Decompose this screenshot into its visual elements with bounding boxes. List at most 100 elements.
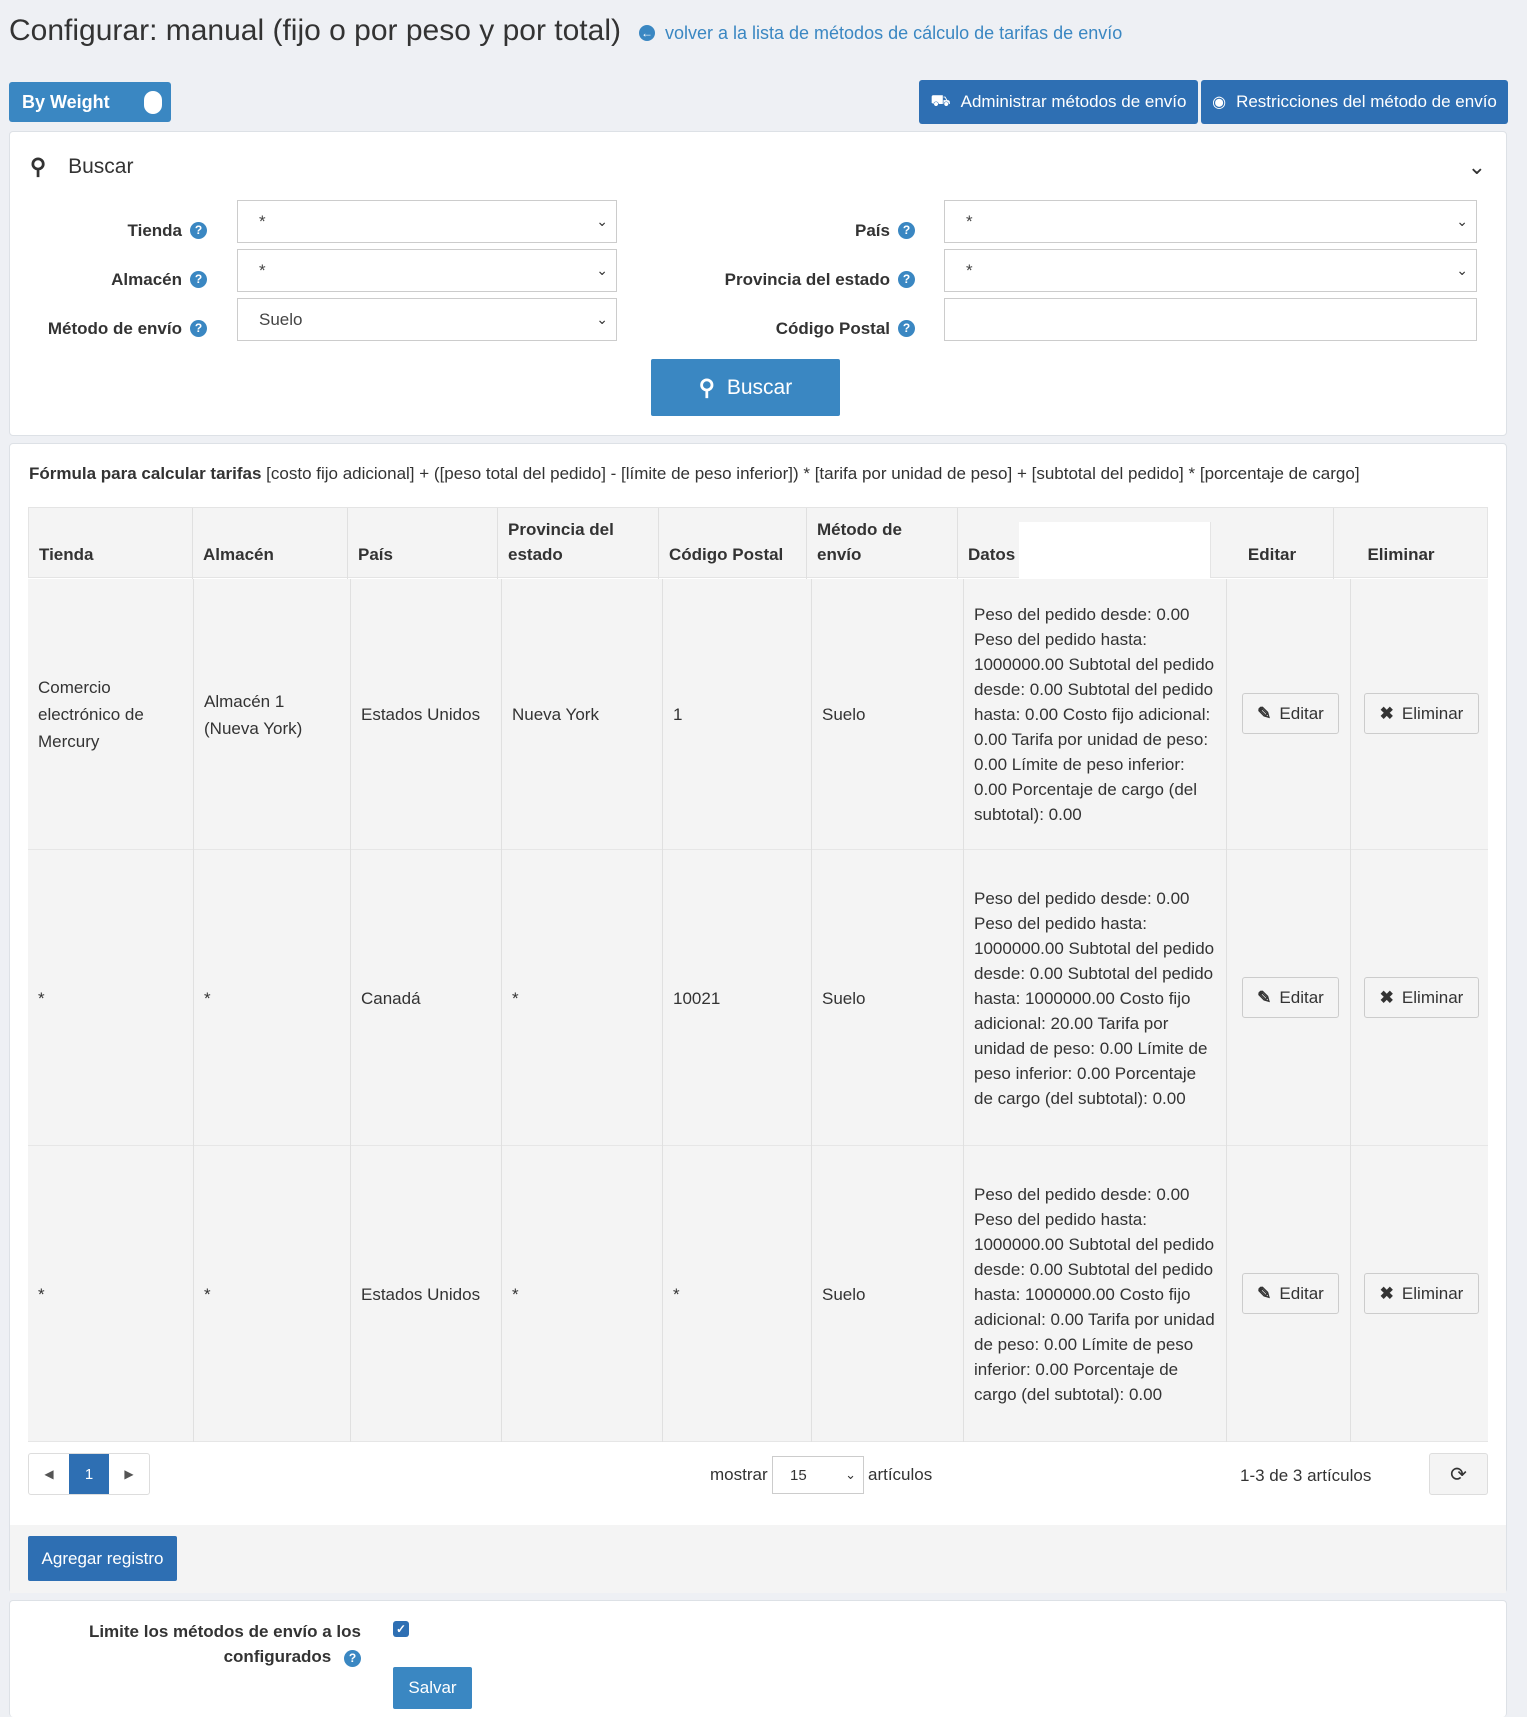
limit-label-text: Limite los métodos de envío a los config… (88, 1622, 361, 1666)
tienda-label: Tienda ? (30, 209, 207, 252)
limit-checkbox[interactable]: ✓ (393, 1621, 409, 1637)
almacen-select-value: * (259, 260, 266, 280)
help-icon[interactable]: ? (344, 1650, 361, 1667)
metodo-select[interactable]: Suelo ⌄ (237, 298, 617, 341)
codigo-postal-label: Código Postal ? (650, 307, 915, 350)
codigo-postal-input[interactable] (944, 298, 1477, 341)
column-header-codigo-postal[interactable]: Código Postal (659, 508, 807, 579)
table-row: * * Canadá * 10021 Suelo Peso del pedido… (28, 850, 1488, 1146)
tienda-select-value: * (259, 211, 266, 231)
cell-metodo: Suelo (812, 1146, 964, 1442)
limit-panel: Limite los métodos de envío a los config… (9, 1600, 1507, 1717)
pencil-icon: ✎ (1257, 987, 1272, 1007)
per-page-select[interactable]: 15 ⌄ (772, 1456, 864, 1494)
add-record-button[interactable]: Agregar registro (28, 1536, 177, 1581)
page-title: Configurar: manual (fijo o por peso y po… (9, 14, 621, 47)
provincia-select[interactable]: * ⌄ (944, 249, 1477, 292)
column-header-tienda[interactable]: Tienda (29, 508, 193, 579)
formula-expression: [costo fijo adicional] + ([peso total de… (266, 464, 1360, 483)
items-count: 1-3 de 3 artículos (1240, 1466, 1372, 1485)
cell-almacen: * (194, 1146, 351, 1442)
cell-pais: Estados Unidos (351, 579, 502, 850)
next-page-icon[interactable]: ▶ (109, 1454, 149, 1494)
cell-provincia: * (502, 1146, 663, 1442)
pencil-icon: ✎ (1257, 1283, 1272, 1303)
almacen-label: Almacén ? (30, 258, 207, 301)
column-header-provincia[interactable]: Provincia del estado (498, 508, 659, 579)
arrow-left-circle-icon: ← (638, 25, 655, 41)
column-header-datos[interactable]: Datos (958, 508, 1019, 579)
chevron-down-icon: ⌄ (1456, 213, 1468, 229)
search-title: Buscar (68, 155, 134, 178)
cell-codigo-postal: 1 (663, 579, 812, 850)
column-header-pais[interactable]: País (348, 508, 498, 579)
per-page-value: 15 (790, 1466, 807, 1484)
results-panel: Fórmula para calcular tarifas [costo fij… (9, 443, 1507, 1593)
edit-button-label: Editar (1279, 987, 1324, 1007)
back-link[interactable]: ← volver a la lista de métodos de cálcul… (638, 23, 1122, 44)
edit-button[interactable]: ✎ Editar (1242, 977, 1339, 1018)
chevron-down-icon[interactable]: ⌄ (1468, 154, 1486, 180)
limit-label: Limite los métodos de envío a los config… (50, 1619, 361, 1669)
edit-button[interactable]: ✎ Editar (1242, 693, 1339, 734)
by-weight-toggle[interactable]: By Weight (9, 82, 171, 122)
cell-codigo-postal: 10021 (663, 850, 812, 1146)
page-number[interactable]: 1 (69, 1454, 109, 1494)
delete-button-label: Eliminar (1401, 1283, 1464, 1303)
cell-almacen: * (194, 850, 351, 1146)
cell-datos: Peso del pedido desde: 0.00 Peso del ped… (964, 850, 1227, 1146)
metodo-select-value: Suelo (259, 309, 303, 329)
help-icon[interactable]: ? (898, 271, 915, 288)
help-icon[interactable]: ? (898, 222, 915, 239)
globe-icon: ◉ (1212, 94, 1227, 111)
cell-almacen: Almacén 1 (Nueva York) (194, 579, 351, 850)
table-row: Comercio electrónico de Mercury Almacén … (28, 579, 1488, 850)
search-button[interactable]: ⚲ Buscar (651, 359, 840, 416)
provincia-select-value: * (966, 260, 973, 280)
refresh-button[interactable]: ⟳ (1429, 1453, 1488, 1495)
metodo-label: Método de envío ? (30, 307, 207, 350)
column-header-editar: Editar (1211, 508, 1334, 579)
delete-button[interactable]: ✖ Eliminar (1364, 977, 1479, 1018)
formula-label: Fórmula para calcular tarifas (29, 464, 262, 483)
column-header-blank (1019, 522, 1211, 578)
shipping-restrictions-label: Restricciones del método de envío (1236, 92, 1497, 111)
close-icon: ✖ (1379, 987, 1394, 1007)
help-icon[interactable]: ? (898, 320, 915, 337)
tienda-label-text: Tienda (127, 220, 182, 240)
chevron-down-icon: ⌄ (1456, 262, 1468, 278)
cell-metodo: Suelo (812, 579, 964, 850)
by-weight-toggle-label: By Weight (22, 91, 110, 112)
manage-shipping-methods-button[interactable]: ⛟ Administrar métodos de envío (919, 80, 1198, 124)
chevron-down-icon: ⌄ (596, 311, 608, 327)
delete-button[interactable]: ✖ Eliminar (1364, 693, 1479, 734)
help-icon[interactable]: ? (190, 320, 207, 337)
help-icon[interactable]: ? (190, 222, 207, 239)
formula-text: Fórmula para calcular tarifas [costo fij… (29, 464, 1360, 484)
shipping-restrictions-button[interactable]: ◉ Restricciones del método de envío (1201, 80, 1508, 124)
pais-label: País ? (650, 209, 915, 252)
tienda-select[interactable]: * ⌄ (237, 200, 617, 243)
cell-provincia: Nueva York (502, 579, 663, 850)
help-icon[interactable]: ? (190, 271, 207, 288)
close-icon: ✖ (1379, 1283, 1394, 1303)
edit-button[interactable]: ✎ Editar (1242, 1273, 1339, 1314)
delete-button[interactable]: ✖ Eliminar (1364, 1273, 1479, 1314)
add-bar: Agregar registro (10, 1525, 1506, 1593)
edit-button-label: Editar (1279, 1283, 1324, 1303)
pais-label-text: País (855, 220, 890, 240)
pais-select[interactable]: * ⌄ (944, 200, 1477, 243)
cell-datos: Peso del pedido desde: 0.00 Peso del ped… (964, 579, 1227, 850)
save-button[interactable]: Salvar (393, 1667, 472, 1709)
almacen-select[interactable]: * ⌄ (237, 249, 617, 292)
column-header-almacen[interactable]: Almacén (193, 508, 348, 579)
cell-codigo-postal: * (663, 1146, 812, 1442)
prev-page-icon[interactable]: ◀ (29, 1454, 69, 1494)
pencil-icon: ✎ (1257, 703, 1272, 723)
cell-metodo: Suelo (812, 850, 964, 1146)
toggle-knob (144, 91, 162, 114)
search-header[interactable]: ⚲ Buscar (30, 154, 133, 180)
search-icon: ⚲ (698, 374, 715, 400)
chevron-down-icon: ⌄ (596, 262, 608, 278)
column-header-metodo[interactable]: Método de envío (807, 508, 958, 579)
